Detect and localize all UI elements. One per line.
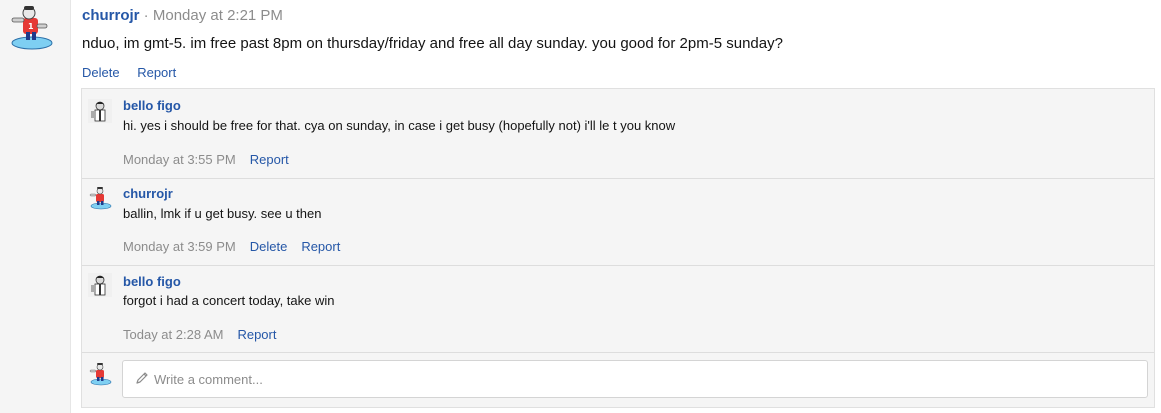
comment-timestamp[interactable]: Today at 2:28 AM bbox=[123, 327, 223, 342]
post-timestamp[interactable]: Monday at 2:21 PM bbox=[153, 7, 283, 24]
comment-report-link[interactable]: Report bbox=[301, 239, 340, 254]
pencil-icon bbox=[135, 371, 149, 385]
commenter-name[interactable]: churrojr bbox=[123, 186, 173, 201]
post-author-link[interactable]: churrojr bbox=[82, 7, 140, 24]
comment-item: churrojr ballin, lmk if u get busy. see … bbox=[82, 178, 1154, 266]
post-actions: Delete Report bbox=[82, 65, 190, 80]
post-header: churrojr · Monday at 2:21 PM bbox=[82, 7, 283, 24]
comment-delete-link[interactable]: Delete bbox=[250, 239, 288, 254]
svg-text:1: 1 bbox=[28, 22, 34, 31]
comment-text: ballin, lmk if u get busy. see u then bbox=[123, 206, 322, 221]
comment-timestamp[interactable]: Monday at 3:59 PM bbox=[123, 239, 236, 254]
commenter-avatar[interactable] bbox=[88, 273, 112, 297]
commenter-avatar[interactable] bbox=[88, 99, 112, 123]
post-delete-link[interactable]: Delete bbox=[82, 65, 120, 80]
post-body: nduo, im gmt-5. im free past 8pm on thur… bbox=[82, 35, 783, 52]
commenter-name[interactable]: bello figo bbox=[123, 98, 181, 113]
post-author-avatar[interactable]: 1 bbox=[6, 4, 54, 52]
comment-timestamp[interactable]: Monday at 3:55 PM bbox=[123, 152, 236, 167]
comment-meta: Today at 2:28 AM Report bbox=[123, 327, 276, 342]
post-separator: · bbox=[139, 7, 153, 24]
comment-item: bello figo forgot i had a concert today,… bbox=[82, 265, 1154, 353]
post-report-link[interactable]: Report bbox=[137, 65, 176, 80]
comment-text: forgot i had a concert today, take win bbox=[123, 293, 335, 308]
commenter-name[interactable]: bello figo bbox=[123, 274, 181, 289]
comment-item: bello figo hi. yes i should be free for … bbox=[82, 89, 1154, 179]
comment-report-link[interactable]: Report bbox=[250, 152, 289, 167]
current-user-avatar bbox=[88, 362, 112, 386]
comment-meta: Monday at 3:59 PM Delete Report bbox=[123, 239, 340, 254]
comment-placeholder: Write a comment... bbox=[154, 372, 263, 387]
commenter-avatar[interactable] bbox=[88, 186, 112, 210]
comment-report-link[interactable]: Report bbox=[237, 327, 276, 342]
comments-panel: bello figo hi. yes i should be free for … bbox=[81, 88, 1155, 408]
comment-text: hi. yes i should be free for that. cya o… bbox=[123, 118, 676, 133]
comment-meta: Monday at 3:55 PM Report bbox=[123, 152, 289, 167]
left-gutter bbox=[0, 0, 71, 413]
comment-input[interactable]: Write a comment... bbox=[122, 360, 1148, 398]
